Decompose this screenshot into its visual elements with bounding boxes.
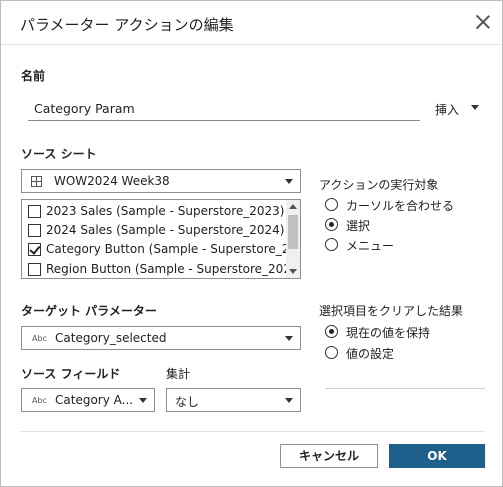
source-sheet-label: ソース シート: [21, 147, 97, 161]
chevron-down-icon: [285, 336, 293, 341]
scroll-up-icon[interactable]: [289, 204, 297, 209]
name-input[interactable]: [28, 97, 420, 121]
sheet-item-region-button[interactable]: Region Button (Sample - Superstore_2023: [28, 259, 299, 278]
title-bar: パラメーター アクションの編集: [1, 1, 502, 45]
checkbox[interactable]: [28, 205, 41, 218]
radio-button[interactable]: [325, 238, 338, 251]
scroll-down-icon[interactable]: [289, 269, 297, 274]
source-sheet-list: 2023 Sales (Sample - Superstore_2023) 20…: [21, 199, 301, 279]
radio-label: カーソルを合わせる: [346, 199, 455, 213]
sheet-item-2024-sales[interactable]: 2024 Sales (Sample - Superstore_2024): [28, 220, 288, 240]
aggregation-dropdown[interactable]: なし: [166, 388, 301, 412]
divider: [325, 388, 485, 389]
list-scrollbar[interactable]: [286, 200, 300, 278]
target-parameter-dropdown[interactable]: Abc Category_selected: [21, 326, 301, 350]
checkbox-checked[interactable]: [28, 243, 41, 256]
cancel-button[interactable]: キャンセル: [280, 444, 378, 468]
aggregation-selected: なし: [175, 395, 200, 409]
chevron-down-icon: [285, 179, 293, 184]
dialog-title: パラメーター アクションの編集: [20, 16, 234, 34]
string-type-icon: Abc: [32, 334, 47, 343]
dashboard-icon: [31, 176, 42, 187]
target-parameter-selected: Category_selected: [55, 331, 167, 345]
checkbox[interactable]: [28, 224, 41, 237]
run-action-on-label: アクションの実行対象: [319, 178, 439, 192]
radio-button-selected[interactable]: [325, 325, 338, 338]
radio-button[interactable]: [325, 198, 338, 211]
clear-selection-label: 選択項目をクリアした結果: [319, 304, 464, 318]
sheet-item-category-button[interactable]: Category Button (Sample - Superstore_20: [28, 239, 297, 259]
close-icon[interactable]: [474, 13, 492, 31]
target-parameter-label: ターゲット パラメーター: [21, 304, 157, 318]
source-sheet-dropdown[interactable]: WOW2024 Week38: [21, 169, 301, 193]
ok-button[interactable]: OK: [389, 444, 485, 468]
footer-divider: [20, 431, 485, 432]
insert-button[interactable]: 挿入: [435, 101, 459, 118]
name-label: 名前: [21, 69, 46, 83]
edit-parameter-action-dialog: パラメーター アクションの編集 名前 挿入 ソース シート WOW2024 We…: [0, 0, 503, 487]
source-sheet-selected: WOW2024 Week38: [54, 174, 170, 188]
sheet-item-label: Category Button (Sample - Superstore_20: [46, 242, 298, 256]
source-field-label: ソース フィールド: [21, 367, 121, 381]
chevron-down-icon[interactable]: [471, 105, 479, 110]
radio-label: 現在の値を保持: [346, 326, 431, 340]
string-type-icon: Abc: [32, 396, 47, 405]
scroll-thumb[interactable]: [288, 215, 298, 249]
radio-button[interactable]: [325, 346, 338, 359]
source-field-dropdown[interactable]: Abc Category A...: [21, 388, 155, 412]
radio-label: メニュー: [346, 239, 395, 253]
source-field-selected: Category A...: [55, 393, 134, 407]
radio-label: 値の設定: [346, 347, 395, 361]
sheet-item-label: Region Button (Sample - Superstore_2023: [46, 262, 299, 276]
radio-button-selected[interactable]: [325, 218, 338, 231]
sheet-item-label: 2024 Sales (Sample - Superstore_2024): [46, 223, 285, 237]
chevron-down-icon: [139, 398, 147, 403]
chevron-down-icon: [285, 398, 293, 403]
radio-label: 選択: [346, 219, 371, 233]
aggregation-label: 集計: [166, 367, 191, 381]
sheet-item-label: 2023 Sales (Sample - Superstore_2023): [46, 204, 285, 218]
sheet-item-2023-sales[interactable]: 2023 Sales (Sample - Superstore_2023): [28, 201, 288, 221]
checkbox[interactable]: [28, 263, 41, 276]
